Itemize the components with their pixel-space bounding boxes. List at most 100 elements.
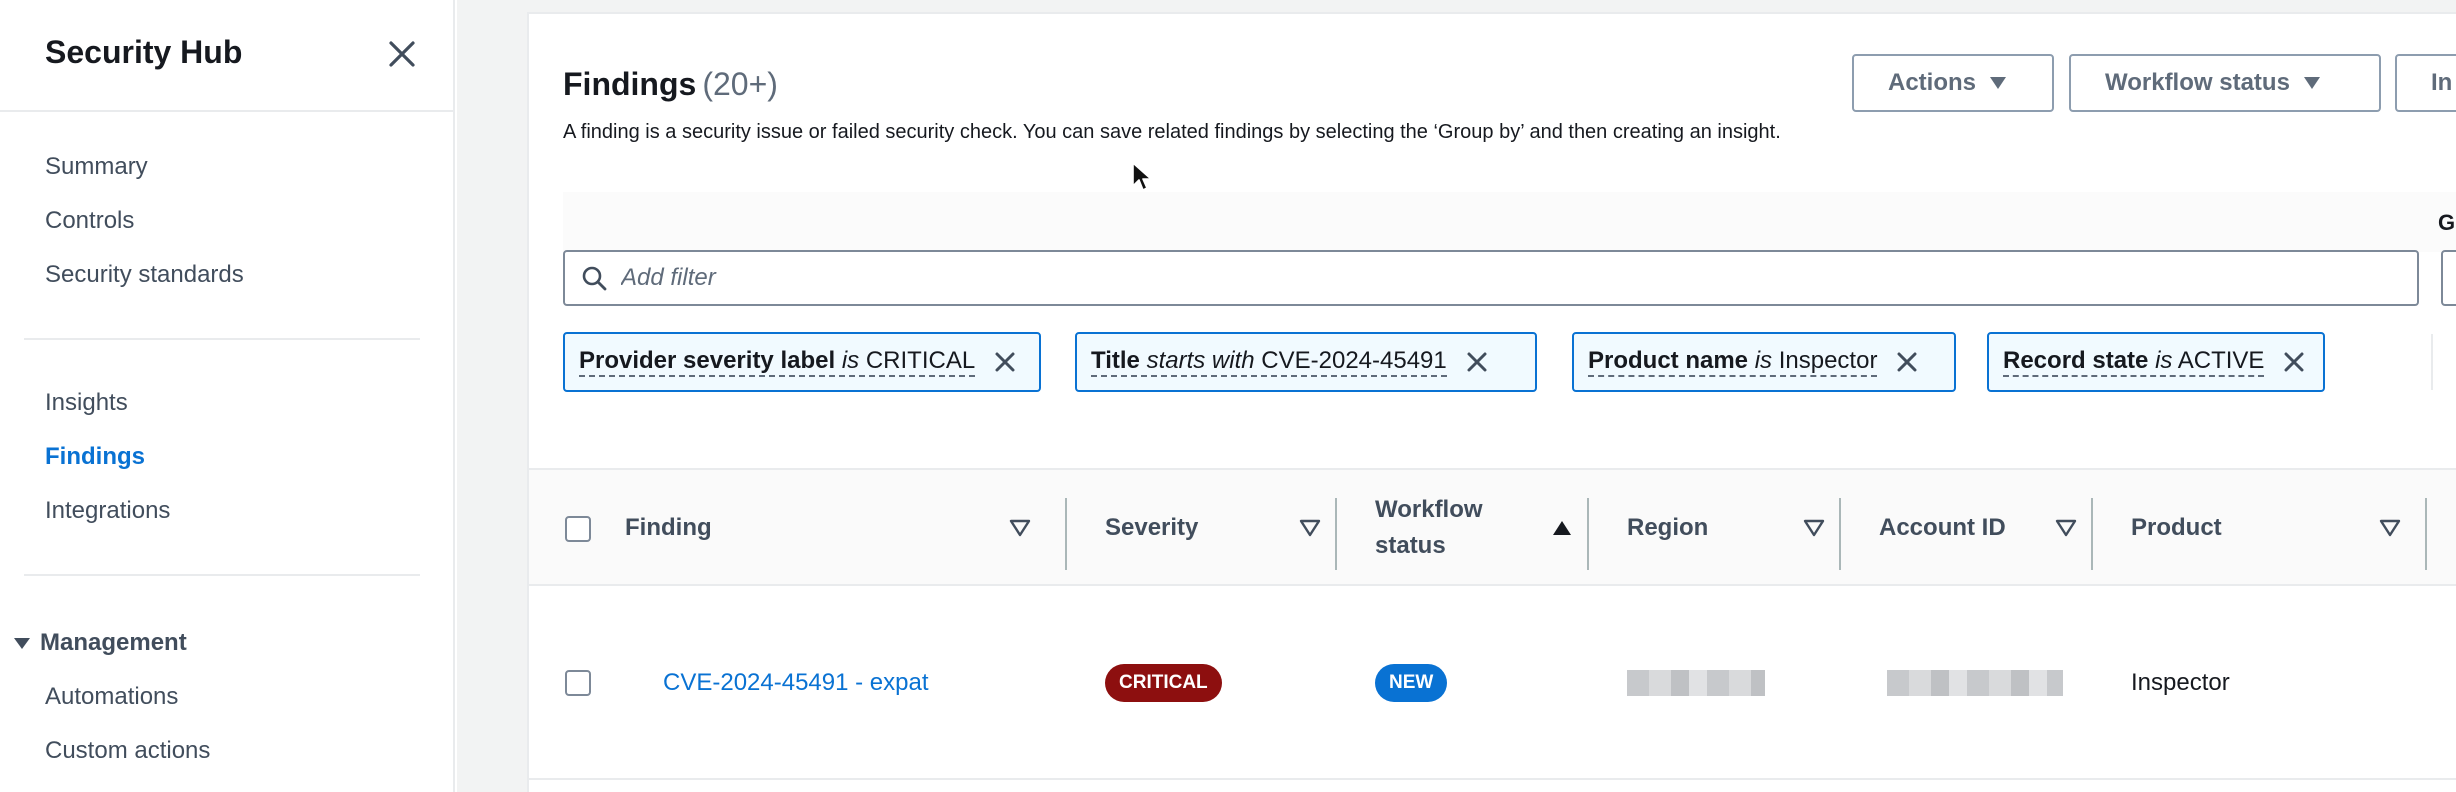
filter-token: Product name is Inspector xyxy=(1572,332,1956,392)
sidebar-header: Security Hub xyxy=(0,0,453,112)
remove-filter-icon[interactable] xyxy=(1463,348,1491,376)
table-row[interactable]: CVE-2024-45491 - expat CRITICAL NEW Insp… xyxy=(529,586,2456,780)
filter-token-text: Provider severity label is CRITICAL xyxy=(579,347,976,377)
caret-down-icon xyxy=(14,637,30,649)
column-header-region[interactable]: Region xyxy=(1627,470,1827,586)
filter-input[interactable] xyxy=(621,264,2321,292)
findings-description: A finding is a security issue or failed … xyxy=(563,121,1781,143)
remove-filter-icon[interactable] xyxy=(991,348,1019,376)
search-icon xyxy=(582,266,607,291)
filter-token: Provider severity label is CRITICAL xyxy=(563,332,1041,392)
nav-section-label: Management xyxy=(40,629,187,656)
filter-key: Product name xyxy=(1588,347,1749,374)
filter-value: Inspector xyxy=(1778,347,1878,374)
filter-key: Title xyxy=(1091,347,1140,374)
column-header-label: Severity xyxy=(1105,514,1199,541)
nav-item-summary[interactable]: Summary xyxy=(45,153,148,181)
column-separator[interactable] xyxy=(2425,498,2427,570)
actions-button-label: Actions xyxy=(1888,69,1977,96)
sidebar-title: Security Hub xyxy=(45,34,243,70)
token-divider xyxy=(2431,334,2433,390)
sort-unsorted-icon[interactable] xyxy=(2055,518,2077,538)
sort-unsorted-icon[interactable] xyxy=(1009,518,1031,538)
findings-title: Findings xyxy=(563,66,697,102)
filter-operator: is xyxy=(2155,347,2173,374)
filter-token: Title starts with CVE-2024-45491 xyxy=(1075,332,1537,392)
workflow-status-button[interactable]: Workflow status xyxy=(2069,54,2381,112)
column-separator[interactable] xyxy=(1587,498,1589,570)
remove-filter-icon[interactable] xyxy=(2280,348,2308,376)
workflow-status-badge: NEW xyxy=(1375,664,1448,702)
nav-section-management[interactable]: Management xyxy=(14,629,187,657)
column-header-label: Workflow status xyxy=(1375,496,1483,559)
select-all-checkbox[interactable] xyxy=(565,516,591,542)
caret-down-icon xyxy=(1990,77,2007,89)
sort-unsorted-icon[interactable] xyxy=(1803,518,1825,538)
findings-panel: Findings (20+) A finding is a security is… xyxy=(527,12,2456,792)
filter-token-text: Record state is ACTIVE xyxy=(2003,347,2265,377)
column-separator[interactable] xyxy=(2091,498,2093,570)
redacted-region xyxy=(1627,670,1765,696)
create-insight-button-label: In xyxy=(2431,69,2453,96)
region-cell xyxy=(1627,586,1765,780)
sort-unsorted-icon[interactable] xyxy=(1299,518,1321,538)
column-separator[interactable] xyxy=(1839,498,1841,570)
mouse-cursor-icon xyxy=(1132,162,1152,191)
column-separator[interactable] xyxy=(1335,498,1337,570)
group-by-label: G xyxy=(2438,210,2456,235)
page-title: Findings (20+) xyxy=(563,66,778,103)
nav-divider xyxy=(24,338,420,340)
nav-item-security-standards[interactable]: Security standards xyxy=(45,261,244,289)
column-header-label: Product xyxy=(2131,514,2222,541)
severity-cell: CRITICAL xyxy=(1105,586,1222,780)
column-separator[interactable] xyxy=(1065,498,1067,570)
filter-token-text: Title starts with CVE-2024-45491 xyxy=(1091,347,1447,377)
filter-token: Record state is ACTIVE xyxy=(1987,332,2325,392)
filter-value: CRITICAL xyxy=(865,347,976,374)
account-id-cell xyxy=(1887,586,2063,780)
sort-unsorted-icon[interactable] xyxy=(2379,518,2401,538)
workflow-status-button-label: Workflow status xyxy=(2105,69,2290,96)
group-by-select[interactable] xyxy=(2441,250,2456,306)
findings-count: (20+) xyxy=(702,66,778,102)
filter-token-text: Product name is Inspector xyxy=(1588,347,1878,377)
caret-down-icon xyxy=(2303,77,2320,89)
nav-item-findings[interactable]: Findings xyxy=(45,443,145,471)
filter-value: ACTIVE xyxy=(2177,347,2265,374)
filter-key: Provider severity label xyxy=(579,347,836,374)
main-content: Findings (20+) A finding is a security is… xyxy=(457,0,2456,792)
column-header-label: Account ID xyxy=(1879,514,2006,541)
filter-operator: starts with xyxy=(1146,347,1255,374)
filter-search-box[interactable] xyxy=(563,250,2419,306)
finding-cell: CVE-2024-45491 - expat xyxy=(663,586,929,780)
filter-operator: is xyxy=(841,347,860,374)
filter-bar-background xyxy=(563,192,2456,252)
workflow-status-cell: NEW xyxy=(1375,586,1448,780)
filter-key: Record state xyxy=(2003,347,2149,374)
severity-badge: CRITICAL xyxy=(1105,664,1222,702)
sort-ascending-icon[interactable] xyxy=(1551,518,1573,538)
nav-item-controls[interactable]: Controls xyxy=(45,207,134,235)
redacted-account-id xyxy=(1887,670,2063,696)
filter-operator: is xyxy=(1754,347,1773,374)
column-header-account-id[interactable]: Account ID xyxy=(1879,470,2079,586)
remove-filter-icon[interactable] xyxy=(1893,348,1921,376)
side-navigation: Security Hub Summary Controls Security s… xyxy=(0,0,455,792)
create-insight-button[interactable]: In xyxy=(2395,54,2456,112)
column-header-workflow-status[interactable]: Workflow status xyxy=(1375,470,1495,586)
table-header: Finding Severity Workflow status Region … xyxy=(529,468,2456,586)
product-cell: Inspector xyxy=(2131,586,2230,780)
row-checkbox[interactable] xyxy=(565,670,591,696)
finding-link[interactable]: CVE-2024-45491 - expat xyxy=(663,669,929,697)
column-header-label: Finding xyxy=(625,514,712,541)
nav-item-automations[interactable]: Automations xyxy=(45,683,178,711)
nav-item-custom-actions[interactable]: Custom actions xyxy=(45,737,210,765)
close-icon[interactable] xyxy=(384,36,420,72)
nav-item-integrations[interactable]: Integrations xyxy=(45,497,170,525)
filter-value: CVE-2024-45491 xyxy=(1261,347,1447,374)
column-header-finding[interactable]: Finding xyxy=(625,470,1065,586)
nav-divider xyxy=(24,574,420,576)
column-header-label: Region xyxy=(1627,514,1709,541)
actions-button[interactable]: Actions xyxy=(1852,54,2054,112)
nav-item-insights[interactable]: Insights xyxy=(45,389,128,417)
